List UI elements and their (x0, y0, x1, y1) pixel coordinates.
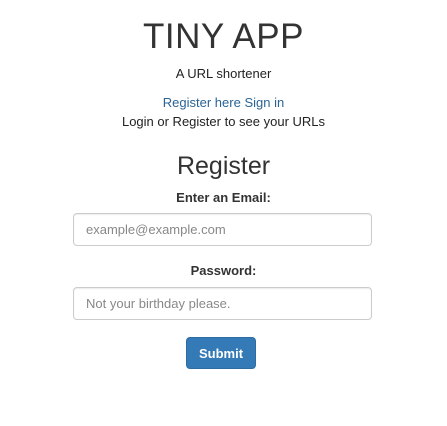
signin-link[interactable]: Sign in (244, 95, 284, 110)
app-tagline: A URL shortener (175, 66, 272, 81)
email-label: Enter an Email: (176, 190, 271, 205)
app-title: TINY APP (143, 17, 304, 56)
password-field[interactable] (73, 287, 372, 320)
register-link[interactable]: Register here (163, 95, 241, 110)
email-field[interactable] (73, 213, 372, 246)
submit-button[interactable]: Submit (186, 337, 256, 369)
login-message: Login or Register to see your URLs (121, 114, 326, 129)
auth-nav: Register here Sign in (0, 95, 447, 111)
page-title: Register (176, 152, 271, 180)
password-label: Password: (190, 263, 257, 278)
